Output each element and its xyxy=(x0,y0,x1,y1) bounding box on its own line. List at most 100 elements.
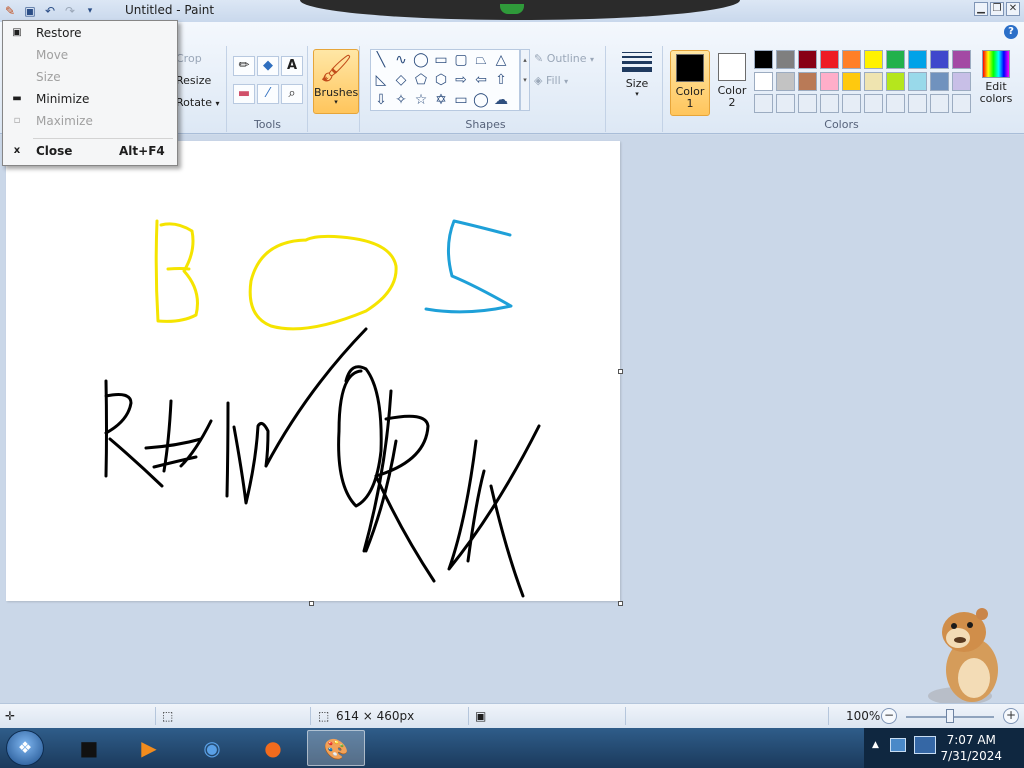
undo-icon[interactable]: ↶ xyxy=(40,1,60,21)
six-point-star-shape-icon[interactable]: ✡ xyxy=(431,90,451,110)
menu-item-minimize[interactable]: ▬ Minimize xyxy=(3,88,177,110)
left-arrow-shape-icon[interactable]: ⇦ xyxy=(471,70,491,90)
save-icon[interactable]: ▣ xyxy=(20,1,40,21)
palette-empty-swatch[interactable] xyxy=(798,94,817,113)
tray-overflow-icon[interactable]: ▲ xyxy=(872,740,879,750)
menu-item-size[interactable]: Size xyxy=(3,66,177,88)
palette-swatch[interactable] xyxy=(908,72,927,91)
palette-swatch[interactable] xyxy=(842,72,861,91)
five-point-star-shape-icon[interactable]: ☆ xyxy=(411,90,431,110)
up-arrow-shape-icon[interactable]: ⇧ xyxy=(491,70,511,90)
fill-bucket-icon[interactable]: ◆ xyxy=(257,56,279,76)
customize-icon[interactable]: ▾ xyxy=(80,1,100,21)
color-picker-icon[interactable]: ⁄ xyxy=(257,84,279,104)
line-shape-icon[interactable]: ╲ xyxy=(371,50,391,70)
palette-empty-swatch[interactable] xyxy=(930,94,949,113)
help-icon[interactable]: ? xyxy=(1004,25,1018,39)
close-icon[interactable]: ✕ xyxy=(1006,2,1020,16)
triangle-shape-icon[interactable]: △ xyxy=(491,50,511,70)
palette-empty-swatch[interactable] xyxy=(820,94,839,113)
palette-empty-swatch[interactable] xyxy=(952,94,971,113)
menu-item-move[interactable]: Move xyxy=(3,44,177,66)
fill-button[interactable]: ◈ Fill ▾ xyxy=(534,74,568,87)
palette-swatch[interactable] xyxy=(842,50,861,69)
palette-swatch[interactable] xyxy=(930,72,949,91)
palette-empty-swatch[interactable] xyxy=(776,94,795,113)
rectangle-shape-icon[interactable]: ▭ xyxy=(431,50,451,70)
palette-swatch[interactable] xyxy=(864,50,883,69)
clock[interactable]: 7:07 AM 7/31/2024 xyxy=(940,732,1002,764)
restore-icon[interactable]: ❐ xyxy=(990,2,1004,16)
palette-swatch[interactable] xyxy=(886,72,905,91)
taskbar-app-media-player[interactable]: ▶ xyxy=(120,730,178,766)
resize-handle-bottom[interactable] xyxy=(309,601,314,606)
palette-swatch[interactable] xyxy=(886,50,905,69)
taskbar-app-paint[interactable]: 🎨 xyxy=(307,730,365,766)
menu-item-close[interactable]: x Close Alt+F4 xyxy=(3,140,177,162)
palette-swatch[interactable] xyxy=(908,50,927,69)
palette-empty-swatch[interactable] xyxy=(754,94,773,113)
oval-shape-icon[interactable]: ◯ xyxy=(411,50,431,70)
palette-swatch[interactable] xyxy=(930,50,949,69)
palette-swatch[interactable] xyxy=(820,72,839,91)
outline-button[interactable]: ✎ Outline ▾ xyxy=(534,52,594,65)
resize-button[interactable]: Resize xyxy=(176,74,211,87)
four-point-star-shape-icon[interactable]: ✧ xyxy=(391,90,411,110)
cloud-callout-shape-icon[interactable]: ☁ xyxy=(491,90,511,110)
palette-swatch[interactable] xyxy=(776,72,795,91)
resize-handle-right[interactable] xyxy=(618,369,623,374)
palette-swatch[interactable] xyxy=(754,72,773,91)
pencil-icon[interactable]: ✏ xyxy=(233,56,255,76)
pentagon-shape-icon[interactable]: ⬠ xyxy=(411,70,431,90)
eraser-icon[interactable]: ▬ xyxy=(233,84,255,104)
paint-menu-icon[interactable]: ✎ xyxy=(0,1,20,21)
rotate-button[interactable]: Rotate ▾ xyxy=(176,96,220,109)
menu-item-restore[interactable]: ▣ Restore xyxy=(3,22,177,44)
diamond-shape-icon[interactable]: ◇ xyxy=(391,70,411,90)
palette-swatch[interactable] xyxy=(864,72,883,91)
resize-handle-corner[interactable] xyxy=(618,601,623,606)
palette-empty-swatch[interactable] xyxy=(908,94,927,113)
menu-item-maximize[interactable]: ▫ Maximize xyxy=(3,110,177,132)
taskbar-app-terminal[interactable]: ■ xyxy=(60,730,118,766)
crop-button[interactable]: Crop xyxy=(176,52,202,65)
zoom-slider-thumb[interactable] xyxy=(946,709,954,723)
zoom-in-button[interactable]: + xyxy=(1003,708,1019,724)
palette-swatch[interactable] xyxy=(754,50,773,69)
palette-swatch[interactable] xyxy=(820,50,839,69)
down-arrow-shape-icon[interactable]: ⇩ xyxy=(371,90,391,110)
curve-shape-icon[interactable]: ∿ xyxy=(391,50,411,70)
palette-swatch[interactable] xyxy=(798,50,817,69)
drawing-canvas[interactable] xyxy=(6,141,620,601)
taskbar-app-firefox[interactable]: ● xyxy=(244,730,302,766)
edit-colors-button[interactable]: Edit colors xyxy=(976,50,1016,105)
text-tool-icon[interactable]: A xyxy=(281,56,303,76)
zoom-out-button[interactable]: − xyxy=(881,708,897,724)
redo-icon[interactable]: ↷ xyxy=(60,1,80,21)
rect-callout-shape-icon[interactable]: ▭ xyxy=(451,90,471,110)
start-button[interactable]: ❖ xyxy=(6,730,44,766)
network-icon[interactable] xyxy=(890,738,906,752)
rounded-rectangle-shape-icon[interactable]: ▢ xyxy=(451,50,471,70)
palette-empty-swatch[interactable] xyxy=(886,94,905,113)
action-center-icon[interactable] xyxy=(914,736,936,754)
oval-callout-shape-icon[interactable]: ◯ xyxy=(471,90,491,110)
magnifier-icon[interactable]: ⌕ xyxy=(281,84,303,104)
polygon-shape-icon[interactable]: ⏢ xyxy=(471,50,491,70)
palette-swatch[interactable] xyxy=(798,72,817,91)
size-button[interactable]: Size ▾ xyxy=(619,50,655,98)
palette-swatch[interactable] xyxy=(952,50,971,69)
minimize-icon[interactable]: ▁ xyxy=(974,2,988,16)
shapes-scroll[interactable]: ▴ ▾ xyxy=(520,49,530,111)
palette-empty-swatch[interactable] xyxy=(864,94,883,113)
hexagon-shape-icon[interactable]: ⬡ xyxy=(431,70,451,90)
right-triangle-shape-icon[interactable]: ◺ xyxy=(371,70,391,90)
brushes-button[interactable]: 🖌 Brushes ▾ xyxy=(313,49,359,114)
color1-button[interactable]: Color 1 xyxy=(670,50,710,116)
palette-swatch[interactable] xyxy=(952,72,971,91)
palette-swatch[interactable] xyxy=(776,50,795,69)
taskbar-app-globe[interactable]: ◉ xyxy=(183,730,241,766)
color2-button[interactable]: Color 2 xyxy=(712,50,752,116)
right-arrow-shape-icon[interactable]: ⇨ xyxy=(451,70,471,90)
palette-empty-swatch[interactable] xyxy=(842,94,861,113)
